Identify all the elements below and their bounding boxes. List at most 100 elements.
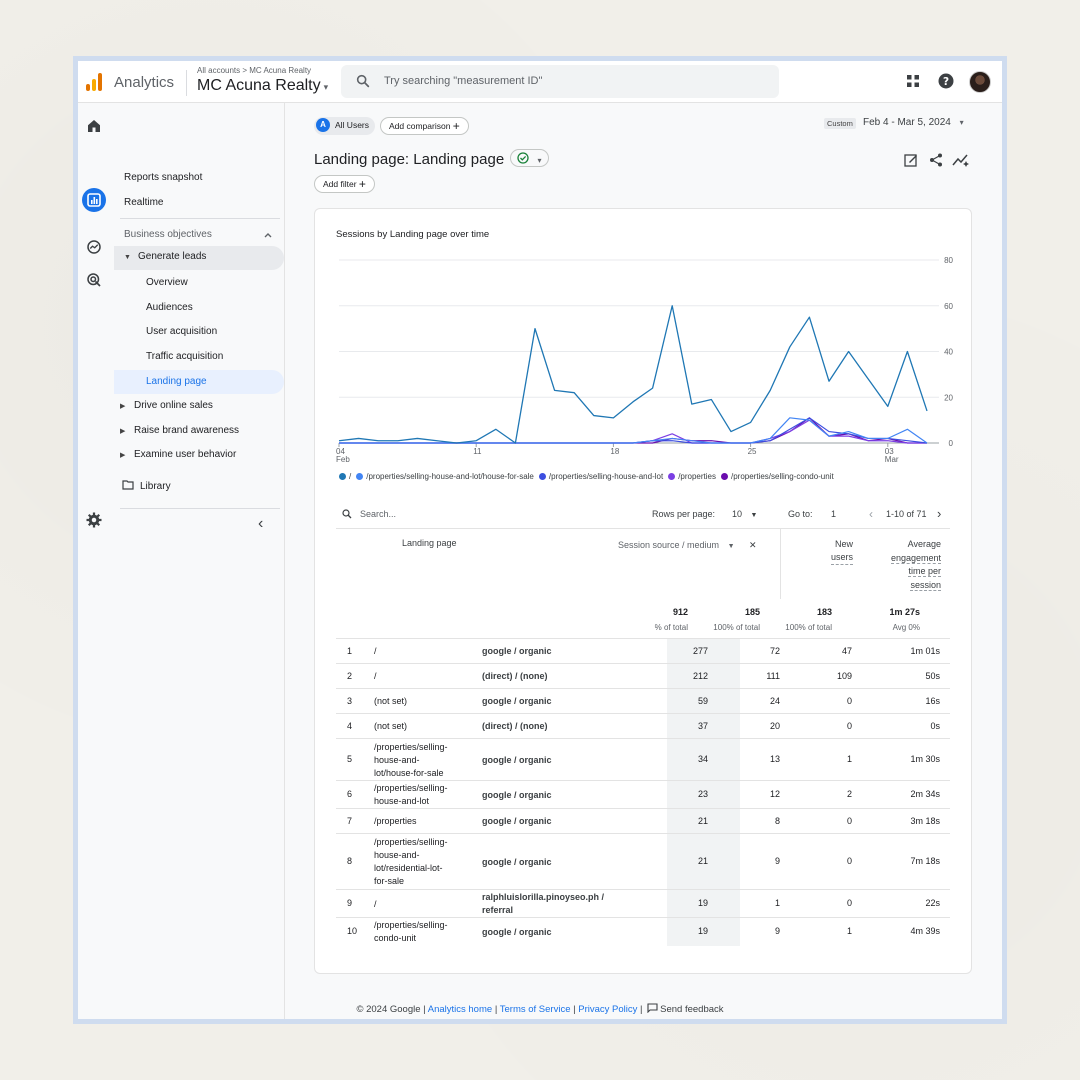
nav-group-drive-online-sales[interactable]: ▶ Drive online sales <box>120 395 213 417</box>
all-users-chip[interactable]: A All Users <box>314 117 376 135</box>
table-row[interactable]: 5/properties/selling-house-and-lot/house… <box>336 738 950 781</box>
search-icon[interactable] <box>341 508 353 520</box>
search-bar[interactable]: Try searching "measurement ID" <box>341 65 779 98</box>
close-icon[interactable]: ✕ <box>749 540 757 550</box>
collapse-nav-icon[interactable]: ‹ <box>258 515 263 533</box>
metric-value: 72 <box>769 645 780 656</box>
metric-value: 24 <box>769 695 780 706</box>
table-row[interactable]: 10/properties/selling-condo-unit google /… <box>336 917 950 946</box>
report-status-button[interactable]: ▾ <box>510 149 549 167</box>
analytics-logo-icon[interactable] <box>86 73 106 91</box>
edit-icon[interactable] <box>903 152 919 168</box>
account-breadcrumb[interactable]: All accounts > MC Acuna Realty <box>197 66 311 75</box>
metric-value: 59 <box>697 695 708 706</box>
landing-page-cell: /properties/selling-house-and-lot <box>374 782 448 808</box>
nav-item-overview[interactable]: Overview <box>146 272 188 294</box>
metric-value: 9 <box>774 856 780 866</box>
legend-item[interactable]: / <box>339 472 351 481</box>
table-row[interactable]: 9 / ralphluislorilla.pinoyseo.ph / referral… <box>336 889 950 918</box>
metric-value: 0 <box>846 898 852 908</box>
account-selector[interactable]: MC Acuna Realty ▾ <box>197 77 328 95</box>
terms-link[interactable]: Terms of Service <box>500 1004 571 1015</box>
nav-section-business-objectives[interactable]: Business objectives <box>124 229 212 240</box>
goto-input[interactable]: 1 <box>831 509 836 519</box>
nav-item-user-acquisition[interactable]: User acquisition <box>146 321 217 343</box>
column-header-landing-page[interactable]: Landing page <box>402 538 457 548</box>
source-medium-cell: google / organic <box>482 695 552 708</box>
next-page-icon[interactable]: › <box>937 506 941 521</box>
nav-group-raise-brand-awareness[interactable]: ▶ Raise brand awareness <box>120 420 239 442</box>
legend-item[interactable]: /properties/selling-house-and-lot <box>538 472 663 481</box>
insights-icon[interactable] <box>952 152 970 168</box>
nav-section-label: Business objectives <box>124 229 212 240</box>
table-row[interactable]: 3 (not set) google / organic 59 24 0 16s <box>336 688 950 714</box>
help-icon[interactable]: ? <box>937 72 955 90</box>
legend-item[interactable]: /properties/selling-house-and-lot/house-… <box>356 472 534 481</box>
legend-item[interactable]: /properties <box>668 472 716 481</box>
apps-icon[interactable] <box>904 72 922 90</box>
y-tick-label: 80 <box>944 256 953 265</box>
add-comparison-button[interactable]: Add comparison + <box>380 117 469 135</box>
chevron-down-icon: ▾ <box>323 82 329 92</box>
legend-label: /properties/selling-condo-unit <box>730 472 834 481</box>
metric-value: 2m 34s <box>910 789 940 799</box>
avatar[interactable] <box>969 71 991 93</box>
line-chart[interactable]: 02040608004Feb11 18 25 03Mar <box>315 244 973 469</box>
column-header-avg-engagement[interactable]: Average engagement time per session <box>875 538 941 592</box>
column-header-new-users[interactable]: New users <box>815 538 853 565</box>
separator: | <box>494 1004 498 1015</box>
date-custom-badge: Custom <box>824 118 856 129</box>
date-range-picker[interactable]: Feb 4 - Mar 5, 2024 ▾ <box>863 117 964 128</box>
nav-realtime[interactable]: Realtime <box>124 192 163 214</box>
metric-value: 13 <box>769 754 780 764</box>
chevron-down-icon: ▼ <box>727 543 735 550</box>
table-row[interactable]: 2 / (direct) / (none) 212 111 109 50s <box>336 663 950 689</box>
landing-page-line: / <box>374 898 377 909</box>
total-sub: Avg 0% <box>892 623 920 632</box>
table-row[interactable]: 8/properties/selling-house-and-lot/resid… <box>336 833 950 890</box>
rows-per-page-value: 10 <box>732 509 743 519</box>
all-users-label: All Users <box>335 120 370 130</box>
table-row[interactable]: 7/properties google / organic 21 8 0 3m 18s <box>336 808 950 834</box>
nav-item-audiences[interactable]: Audiences <box>146 297 193 319</box>
legend-swatch <box>538 473 546 480</box>
header-line: users <box>830 551 853 565</box>
table-search-input[interactable]: Search... <box>360 509 396 519</box>
prev-page-icon[interactable]: ‹ <box>869 507 873 521</box>
analytics-home-link[interactable]: Analytics home <box>428 1004 492 1015</box>
chevron-up-icon[interactable] <box>263 230 273 240</box>
advertising-icon[interactable] <box>85 271 103 289</box>
privacy-link[interactable]: Privacy Policy <box>578 1004 637 1015</box>
total-sub: % of total <box>654 623 688 632</box>
nav-group-examine-user-behavior[interactable]: ▶ Examine user behavior <box>120 444 236 466</box>
send-feedback-button[interactable]: Send feedback <box>645 1003 724 1015</box>
rows-per-page-select[interactable]: 10 ▼ <box>732 509 757 519</box>
nav-reports-snapshot[interactable]: Reports snapshot <box>124 167 202 189</box>
reports-icon[interactable] <box>82 188 106 212</box>
landing-page-line: (not set) <box>374 696 408 706</box>
row-index: 2 <box>347 670 353 681</box>
separator: | <box>640 1004 643 1015</box>
table-row[interactable]: 1 / google / organic 277 72 47 1m 01s <box>336 638 950 664</box>
y-tick-label: 20 <box>944 393 953 402</box>
left-rail <box>78 103 110 1019</box>
source-medium-line: google / organic <box>482 816 552 826</box>
table-row[interactable]: 6/properties/selling-house-and-lot google… <box>336 780 950 809</box>
settings-icon[interactable] <box>85 511 103 529</box>
column-header-source-medium[interactable]: Session source / medium ▼ ✕ <box>618 540 757 551</box>
nav-item-traffic-acquisition[interactable]: Traffic acquisition <box>146 346 223 368</box>
explore-icon[interactable] <box>85 238 103 256</box>
legend-item[interactable]: /properties/selling-condo-unit <box>720 472 834 481</box>
metric-value: 0 <box>846 856 852 866</box>
nav-library[interactable]: Library <box>122 476 171 498</box>
metric-value: 21 <box>697 815 708 826</box>
metric-value: 8 <box>774 815 780 826</box>
nav-item-landing-page[interactable]: Landing page <box>146 371 207 393</box>
metric-value: 19 <box>697 926 708 936</box>
add-filter-button[interactable]: Add filter + <box>314 175 375 193</box>
share-icon[interactable] <box>928 152 944 168</box>
table-row[interactable]: 4 (not set) (direct) / (none) 37 20 0 0s <box>336 713 950 739</box>
home-icon[interactable] <box>85 117 103 135</box>
nav-group-generate-leads[interactable]: ▼ Generate leads <box>114 246 284 270</box>
app-name[interactable]: Analytics <box>114 74 174 91</box>
